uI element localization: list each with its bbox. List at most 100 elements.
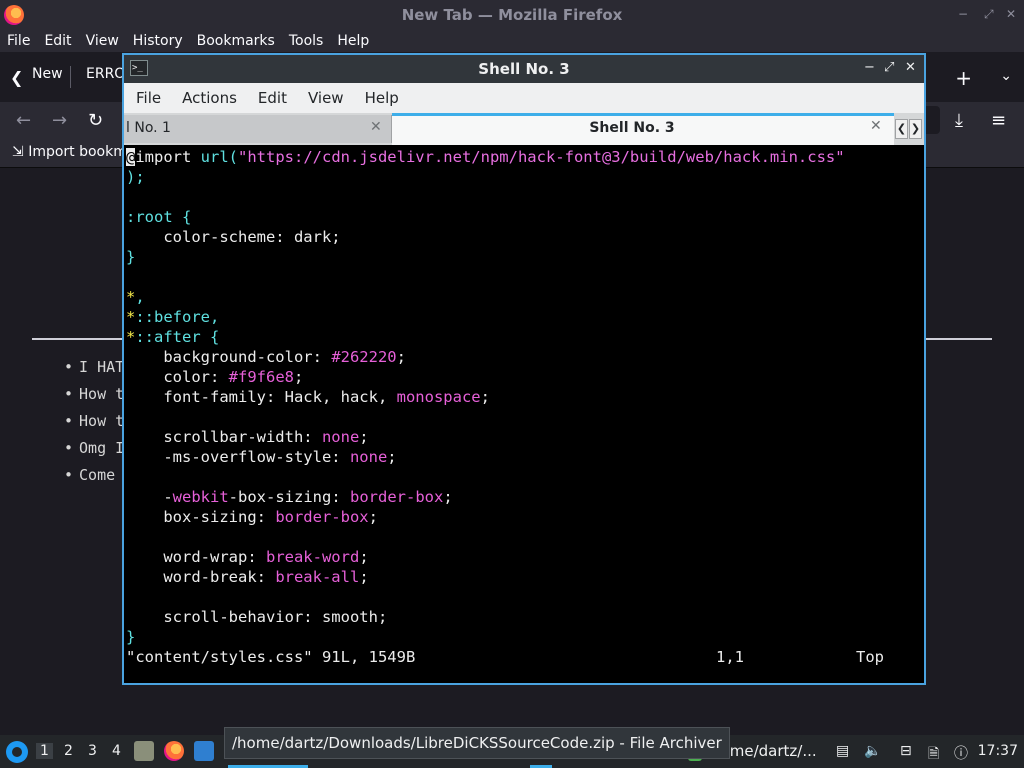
- terminal-line: *::before,: [126, 308, 220, 326]
- app-menu-icon[interactable]: ≡: [991, 110, 1006, 131]
- terminal-menu-edit[interactable]: Edit: [258, 89, 287, 107]
- terminal-menu-view[interactable]: View: [308, 89, 344, 107]
- terminal-line: background-color: #262220;: [126, 348, 406, 366]
- terminal-line: word-wrap: break-word;: [126, 548, 369, 566]
- status-cursor-position: 1,1: [716, 648, 744, 666]
- terminal-line: :root {: [126, 208, 192, 226]
- network-icon[interactable]: ⊟: [900, 743, 912, 759]
- firefox-launcher-icon[interactable]: [164, 741, 184, 761]
- list-item[interactable]: How t: [64, 381, 124, 408]
- tab-divider: [70, 66, 71, 88]
- firefox-menubar: File Edit View History Bookmarks Tools H…: [0, 30, 1024, 52]
- terminal-close-icon[interactable]: ✕: [905, 60, 916, 75]
- menu-edit[interactable]: Edit: [44, 33, 71, 49]
- import-icon: ⇲: [12, 144, 29, 160]
- firefox-logo-icon: [4, 5, 24, 25]
- taskbar-tooltip: /home/dartz/Downloads/LibreDiCKSSourceCo…: [224, 727, 730, 759]
- terminal-window: >_ Shell No. 3 − ⤢ ✕ File Actions Edit V…: [122, 53, 926, 685]
- list-item[interactable]: How t: [64, 408, 124, 435]
- close-icon[interactable]: ✕: [1006, 7, 1016, 21]
- terminal-line: -ms-overflow-style: none;: [126, 448, 397, 466]
- import-bookmarks-label: Import bookm: [28, 144, 127, 160]
- tab-close-icon[interactable]: ✕: [370, 119, 382, 135]
- menu-bookmarks[interactable]: Bookmarks: [197, 33, 275, 49]
- terminal-tab-shell-3[interactable]: Shell No. 3 ✕: [392, 113, 894, 145]
- terminal-line: color-scheme: dark;: [126, 228, 341, 246]
- notes-icon[interactable]: 🗎: [928, 743, 939, 767]
- terminal-minimize-icon[interactable]: −: [864, 60, 875, 75]
- list-item[interactable]: I HAT: [64, 354, 124, 381]
- file-manager-icon[interactable]: [134, 741, 154, 761]
- list-item[interactable]: Come: [64, 462, 124, 489]
- desktop-switcher-4[interactable]: 4: [112, 743, 121, 759]
- menu-file[interactable]: File: [7, 33, 30, 49]
- terminal-line: -webkit-box-sizing: border-box;: [126, 488, 453, 506]
- terminal-tab-label: Shell No. 3: [589, 120, 675, 136]
- terminal-title: Shell No. 3: [478, 60, 570, 78]
- desktop: New Tab — Mozilla Firefox − ⤢ ✕ File Edi…: [0, 0, 1024, 768]
- tab-error[interactable]: ERRO: [86, 66, 125, 82]
- terminal-line: *,: [126, 288, 145, 306]
- terminal-app-icon: >_: [130, 60, 148, 76]
- status-scroll-position: Top: [856, 648, 884, 666]
- terminal-menubar: File Actions Edit View Help: [124, 83, 924, 113]
- list-item[interactable]: Omg I: [64, 435, 124, 462]
- terminal-line: }: [126, 628, 136, 646]
- application-menu-icon[interactable]: [6, 741, 28, 763]
- back-icon[interactable]: ←: [16, 110, 31, 131]
- menu-view[interactable]: View: [86, 33, 119, 49]
- clipboard-icon[interactable]: ▤: [836, 743, 849, 759]
- terminal-menu-file[interactable]: File: [136, 89, 161, 107]
- menu-history[interactable]: History: [133, 33, 183, 49]
- downloads-icon[interactable]: ⤓: [955, 110, 963, 131]
- reload-icon[interactable]: ↻: [88, 110, 103, 131]
- tab-scroll-left-icon[interactable]: ❮: [895, 119, 908, 139]
- minimize-icon[interactable]: −: [958, 7, 968, 21]
- terminal-line: word-break: break-all;: [126, 568, 369, 586]
- desktop-switcher-2[interactable]: 2: [64, 743, 73, 759]
- updates-icon[interactable]: ⓘ: [954, 743, 968, 763]
- terminal-tab-label: l No. 1: [126, 120, 171, 136]
- window-launcher-icon[interactable]: [194, 741, 214, 761]
- terminal-line: font-family: Hack, hack, monospace;: [126, 388, 490, 406]
- terminal-line: color: #f9f6e8;: [126, 368, 304, 386]
- forward-icon[interactable]: →: [52, 110, 67, 131]
- status-file-info: "content/styles.css" 91L, 1549B: [126, 648, 416, 666]
- terminal-titlebar[interactable]: >_ Shell No. 3 − ⤢ ✕: [124, 55, 924, 83]
- menu-tools[interactable]: Tools: [289, 33, 324, 49]
- volume-icon[interactable]: 🔈: [864, 743, 881, 759]
- terminal-line: *::after {: [126, 328, 220, 346]
- tab-scroll-left-icon[interactable]: ❮: [10, 68, 23, 87]
- firefox-window-title: New Tab — Mozilla Firefox: [401, 6, 623, 24]
- terminal-line: );: [126, 168, 145, 186]
- tab-new[interactable]: New: [32, 66, 63, 82]
- desktop-switcher-1[interactable]: 1: [36, 743, 53, 759]
- terminal-maximize-icon[interactable]: ⤢: [884, 60, 894, 75]
- terminal-tabbar: l No. 1 ✕ Shell No. 3 ✕ ❮ ❯: [124, 113, 924, 145]
- tab-scroll-right-icon[interactable]: ❯: [909, 119, 922, 139]
- terminal-line: }: [126, 248, 136, 266]
- clock[interactable]: 17:37: [978, 743, 1018, 759]
- terminal-line: @import url("https://cdn.jsdelivr.net/np…: [126, 148, 845, 166]
- tab-close-icon[interactable]: ✕: [870, 118, 882, 134]
- firefox-titlebar: New Tab — Mozilla Firefox − ⤢ ✕: [0, 0, 1024, 30]
- terminal-menu-actions[interactable]: Actions: [182, 89, 237, 107]
- terminal-line: scrollbar-width: none;: [126, 428, 369, 446]
- terminal-menu-help[interactable]: Help: [365, 89, 399, 107]
- list-all-tabs-icon[interactable]: ⌄: [1000, 68, 1012, 84]
- maximize-icon[interactable]: ⤢: [984, 7, 994, 22]
- terminal-line: box-sizing: border-box;: [126, 508, 378, 526]
- terminal-tab-shell-1[interactable]: l No. 1 ✕: [124, 115, 392, 143]
- desktop-switcher-3[interactable]: 3: [88, 743, 97, 759]
- menu-help[interactable]: Help: [337, 33, 369, 49]
- import-bookmarks-button[interactable]: ⇲ Import bookm: [12, 144, 127, 160]
- new-tab-button[interactable]: +: [955, 66, 972, 90]
- terminal-screen[interactable]: @import url("https://cdn.jsdelivr.net/np…: [126, 147, 922, 683]
- page-list: I HAT How t How t Omg I Come: [64, 354, 124, 489]
